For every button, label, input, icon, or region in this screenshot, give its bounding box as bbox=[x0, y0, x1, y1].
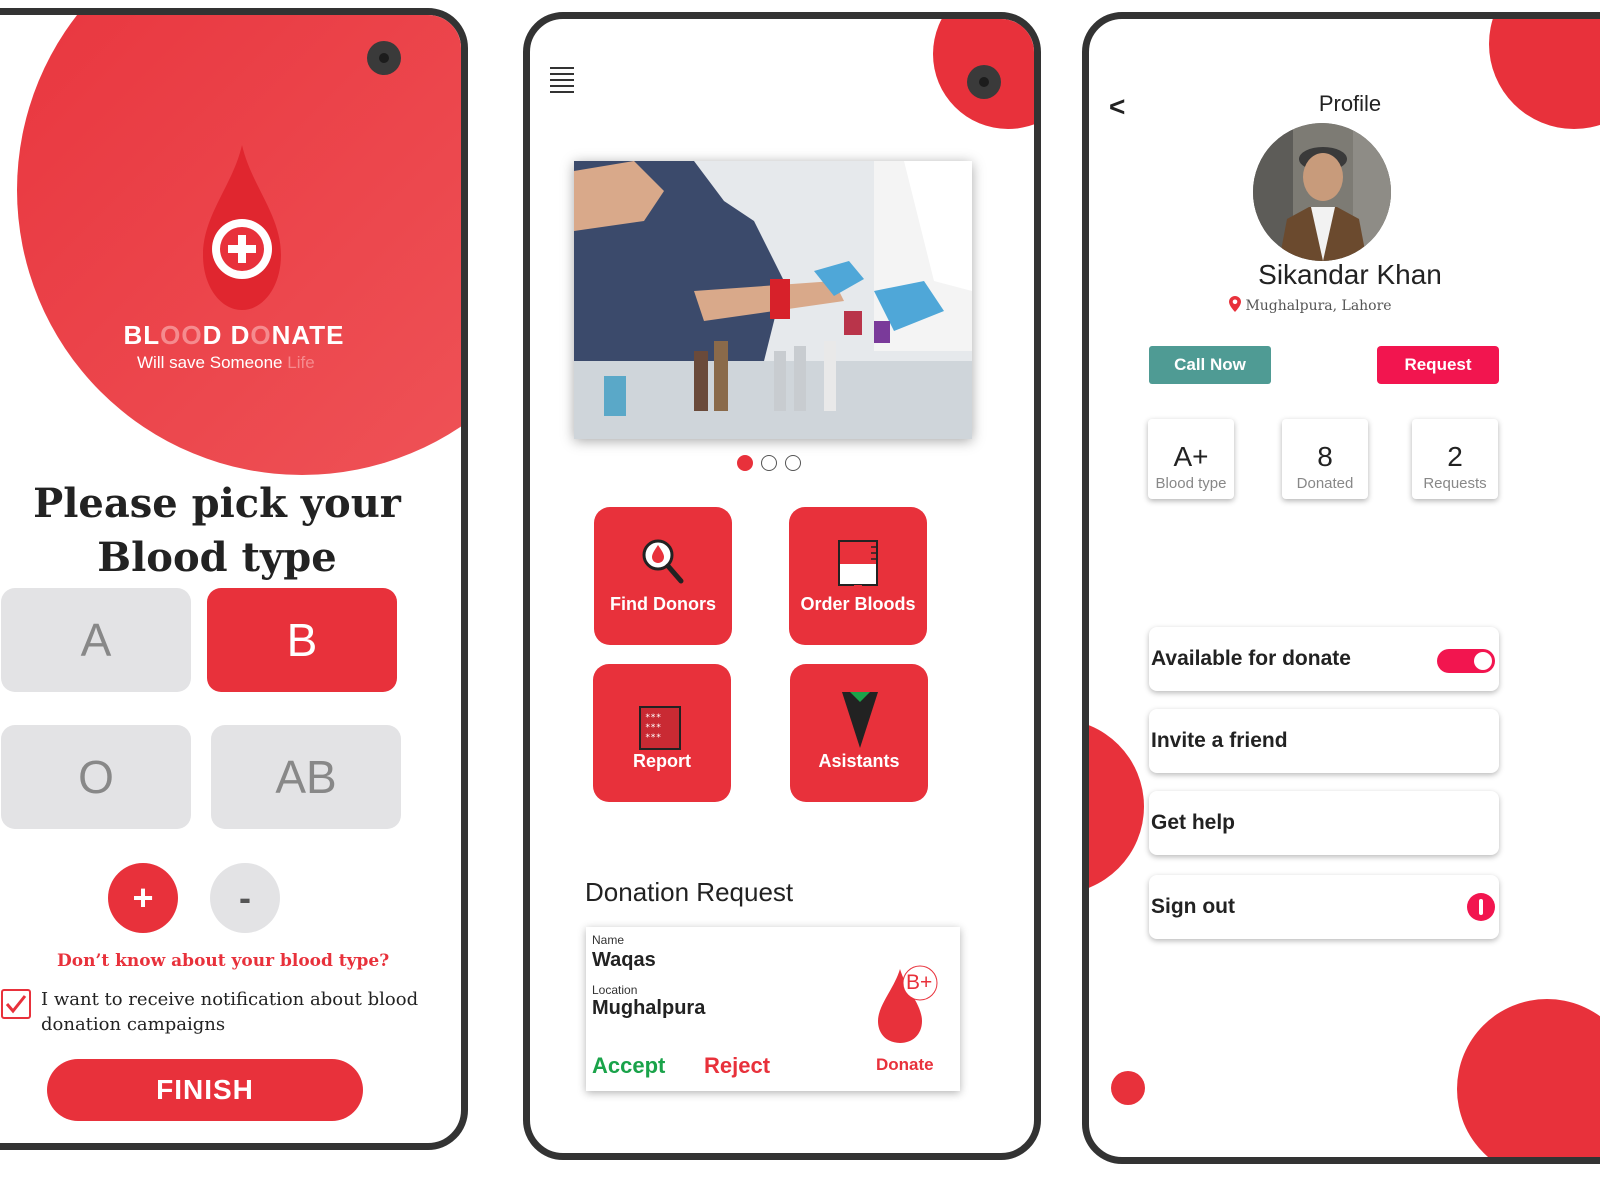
name-label: Name bbox=[592, 933, 625, 947]
brand-tagline: Will save Someone Life bbox=[137, 353, 315, 372]
assistants-tile[interactable]: Asistants bbox=[790, 664, 928, 802]
dont-know-link[interactable]: Don’t know about your blood type? bbox=[57, 951, 389, 971]
carousel-dots bbox=[737, 455, 801, 471]
stat-blood-type: A+ Blood type bbox=[1148, 419, 1234, 499]
plus-button[interactable]: + bbox=[108, 863, 178, 933]
finish-button[interactable]: FINISH bbox=[47, 1059, 363, 1121]
menu-item-available[interactable]: Available for donate bbox=[1149, 627, 1499, 691]
carousel-dot[interactable] bbox=[785, 455, 801, 471]
blood-donation-photo-icon bbox=[574, 161, 972, 439]
tile-label: Find Donors bbox=[610, 594, 716, 614]
blood-drop-logo-icon bbox=[203, 145, 281, 310]
assistant-icon bbox=[842, 692, 878, 748]
menu-item-label: Available for donate bbox=[1151, 647, 1351, 670]
reject-button[interactable]: Reject bbox=[704, 1053, 770, 1079]
carousel-dot[interactable] bbox=[761, 455, 777, 471]
report-icon: *** *** *** bbox=[639, 706, 681, 750]
profile-photo-icon bbox=[1253, 123, 1391, 261]
tile-label: Report bbox=[633, 751, 691, 771]
notification-checkbox[interactable] bbox=[1, 989, 31, 1019]
menu-item-label: Invite a friend bbox=[1151, 729, 1288, 752]
accept-button[interactable]: Accept bbox=[592, 1053, 665, 1079]
page-title: Please pick your Blood type bbox=[33, 480, 401, 581]
blood-type-o-button[interactable]: O bbox=[1, 725, 191, 829]
section-title: Donation Request bbox=[585, 877, 794, 907]
tile-label: Asistants bbox=[818, 751, 900, 771]
requester-name: Waqas bbox=[592, 949, 656, 971]
small-blob bbox=[1111, 1071, 1145, 1105]
side-blob bbox=[1089, 719, 1144, 894]
blood-type-badge: B+ bbox=[906, 971, 933, 994]
blood-type-a-button[interactable]: A bbox=[1, 588, 191, 692]
stat-donated: 8 Donated bbox=[1282, 419, 1368, 499]
svg-text:***: *** bbox=[645, 733, 661, 743]
notification-label: I want to receive notification about blo… bbox=[41, 989, 419, 1035]
hamburger-icon[interactable] bbox=[550, 67, 574, 93]
donate-button[interactable]: Donate bbox=[876, 1055, 934, 1075]
menu-item-label: Sign out bbox=[1151, 895, 1235, 918]
find-donors-tile[interactable]: Find Donors bbox=[594, 507, 732, 645]
blood-type-screen: BLOOD DONATE Will save Someone Life Plea… bbox=[0, 8, 468, 1150]
check-icon bbox=[5, 995, 27, 1014]
stat-requests: 2 Requests bbox=[1412, 419, 1498, 499]
avatar bbox=[1253, 123, 1391, 261]
available-toggle[interactable] bbox=[1437, 649, 1495, 673]
svg-text:***: *** bbox=[645, 713, 661, 723]
brand-title: BLOOD DONATE bbox=[123, 320, 345, 350]
location-pin-icon bbox=[1229, 296, 1241, 312]
menu-item-label: Get help bbox=[1151, 811, 1236, 834]
svg-text:***: *** bbox=[645, 723, 661, 733]
camera-icon bbox=[967, 65, 1001, 99]
donation-request-card: Name Waqas Location Mughalpura B+ Accept… bbox=[586, 927, 960, 1091]
blood-type-b-button[interactable]: B bbox=[207, 588, 397, 692]
blood-type-ab-button[interactable]: AB bbox=[211, 725, 401, 829]
page-title: Profile bbox=[1318, 91, 1382, 116]
carousel-dot[interactable] bbox=[737, 455, 753, 471]
menu-item-help[interactable]: Get help bbox=[1149, 791, 1499, 855]
home-screen: Find Donors Order Bloods *** *** *** Rep… bbox=[523, 12, 1041, 1160]
user-name: Sikandar Khan bbox=[1258, 259, 1442, 290]
order-bloods-tile[interactable]: Order Bloods bbox=[789, 507, 927, 645]
blood-bag-icon bbox=[838, 540, 878, 593]
minus-button[interactable]: - bbox=[210, 863, 280, 933]
requester-location: Mughalpura bbox=[592, 997, 706, 1019]
menu-item-sign-out[interactable]: Sign out bbox=[1149, 875, 1499, 939]
menu-item-invite[interactable]: Invite a friend bbox=[1149, 709, 1499, 773]
power-icon[interactable] bbox=[1467, 893, 1495, 921]
tile-label: Order Bloods bbox=[800, 594, 916, 614]
report-tile[interactable]: *** *** *** Report bbox=[593, 664, 731, 802]
carousel-image[interactable] bbox=[574, 161, 972, 439]
call-now-button[interactable]: Call Now bbox=[1149, 346, 1271, 384]
camera-icon bbox=[367, 41, 401, 75]
request-button[interactable]: Request bbox=[1377, 346, 1499, 384]
corner-blob bbox=[1457, 999, 1600, 1157]
search-blood-icon bbox=[642, 539, 684, 584]
user-location: Mughalpura, Lahore bbox=[1229, 296, 1392, 314]
location-label: Location bbox=[592, 983, 638, 997]
profile-screen: < Profile Sikandar Khan Mughalpura, Laho… bbox=[1082, 12, 1600, 1164]
